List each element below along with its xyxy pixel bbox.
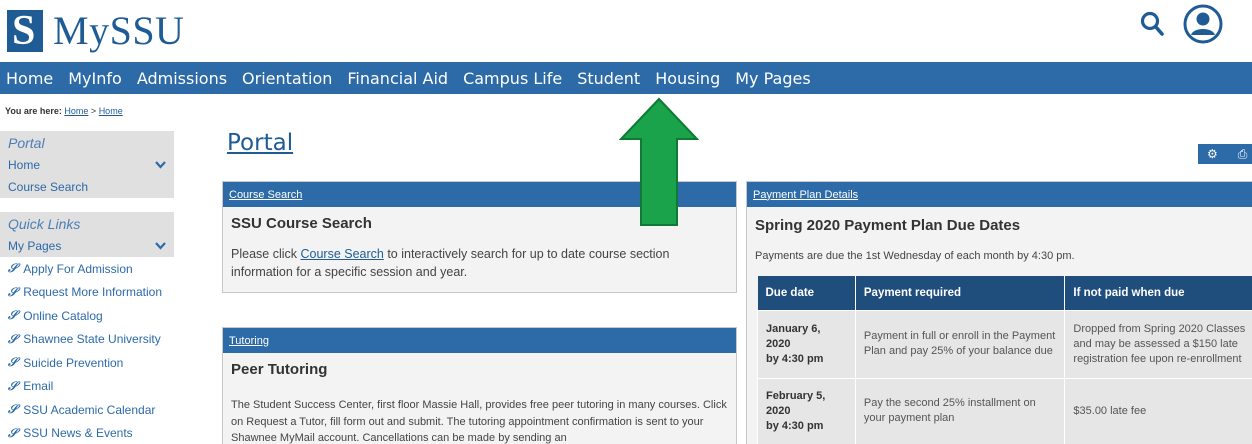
panel-body: Please click Course Search to interactiv… — [223, 240, 736, 281]
sidebar-item-home-label: Home — [8, 157, 41, 172]
quick-link-request-info[interactable]: 𝒮 Request More Information — [0, 281, 174, 305]
panel-header: Payment Plan Details — [747, 182, 1252, 207]
if-not-paid-cell: $35.00 late fee — [1064, 377, 1252, 444]
nav-home[interactable]: Home — [6, 69, 53, 88]
breadcrumb-current-link[interactable]: Home — [99, 106, 123, 116]
due-date-line: February 5, — [766, 389, 826, 402]
payment-intro: Payments are due the 1st Wednesday of ea… — [755, 250, 1075, 262]
quick-link-university[interactable]: 𝒮 Shawnee State University — [0, 328, 174, 352]
link-icon: 𝒮 — [8, 378, 18, 393]
link-icon: 𝒮 — [8, 355, 18, 370]
due-date-cell: January 6, 2020 by 4:30 pm — [757, 309, 856, 379]
column-header: Due date — [757, 276, 856, 310]
column-header: If not paid when due — [1064, 276, 1252, 310]
due-date-line: 2020 — [766, 337, 791, 350]
nav-financial-aid[interactable]: Financial Aid — [347, 69, 448, 88]
tutoring-header-link[interactable]: Tutoring — [229, 335, 269, 347]
search-icon[interactable] — [1140, 9, 1166, 39]
if-not-paid-cell: Dropped from Spring 2020 Classes and may… — [1064, 309, 1252, 379]
sidebar-item-my-pages-label: My Pages — [8, 238, 62, 253]
table-header-row: Due date Payment required If not paid wh… — [757, 276, 1252, 310]
quick-link-label: SSU Academic Calendar — [23, 402, 156, 417]
quick-link-calendar[interactable]: 𝒮 SSU Academic Calendar — [0, 398, 174, 422]
due-date-line: 2020 — [766, 404, 791, 417]
sidebar-item-my-pages[interactable]: My Pages — [0, 234, 174, 257]
quick-link-label: Suicide Prevention — [23, 355, 124, 370]
page-tools: ⚙ ⎙ — [1198, 144, 1252, 164]
payment-plan-header-link[interactable]: Payment Plan Details — [753, 189, 858, 201]
sidebar: Portal Home Course Search Quick Links My… — [0, 131, 174, 444]
logo[interactable]: S MySSU — [7, 8, 184, 54]
chevron-down-icon[interactable] — [155, 160, 166, 169]
course-search-inline-link[interactable]: Course Search — [300, 247, 383, 261]
link-icon: 𝒮 — [8, 402, 18, 417]
logo-text: MySSU — [53, 8, 185, 53]
main-nav: Home MyInfo Admissions Orientation Finan… — [0, 62, 1252, 94]
breadcrumb-prefix: You are here: — [5, 106, 62, 116]
quick-link-label: Shawnee State University — [23, 332, 161, 347]
nav-my-pages[interactable]: My Pages — [735, 69, 810, 88]
annotation-arrow-up-icon — [618, 97, 700, 227]
chevron-down-icon[interactable] — [155, 241, 166, 250]
quick-link-label: SSU News & Events — [23, 426, 133, 441]
breadcrumb-home-link[interactable]: Home — [64, 106, 88, 116]
course-search-header-link[interactable]: Course Search — [229, 189, 302, 201]
site-header: S MySSU — [0, 0, 1252, 62]
breadcrumb: You are here: Home > Home — [5, 106, 123, 116]
link-icon: 𝒮 — [8, 284, 18, 299]
quick-link-label: Request More Information — [23, 285, 163, 300]
table-row: January 6, 2020 by 4:30 pm Payment in fu… — [757, 309, 1252, 379]
quick-link-label: Email — [23, 379, 54, 394]
link-icon: 𝒮 — [8, 261, 18, 276]
panel-title: Peer Tutoring — [231, 361, 328, 378]
payment-required-cell: Pay the second 25% installment on your p… — [854, 377, 1066, 444]
quick-link-suicide-prevention[interactable]: 𝒮 Suicide Prevention — [0, 351, 174, 375]
breadcrumb-separator: > — [90, 106, 97, 116]
quick-link-apply[interactable]: 𝒮 Apply For Admission — [0, 257, 174, 281]
due-dates-table: Due date Payment required If not paid wh… — [757, 276, 1252, 444]
payment-required-cell: Payment in full or enroll in the Payment… — [854, 309, 1066, 379]
logo-letter: S — [12, 8, 36, 54]
nav-housing[interactable]: Housing — [655, 69, 720, 88]
due-date-line: by 4:30 pm — [766, 352, 824, 365]
due-date-line: by 4:30 pm — [766, 419, 824, 432]
link-icon: 𝒮 — [8, 308, 18, 323]
due-date-line: January 6, — [766, 322, 821, 335]
panel-header: Tutoring — [223, 328, 736, 353]
quick-link-label: Apply For Admission — [23, 261, 133, 276]
nav-orientation[interactable]: Orientation — [242, 69, 332, 88]
quick-link-email[interactable]: 𝒮 Email — [0, 375, 174, 399]
nav-admissions[interactable]: Admissions — [137, 69, 227, 88]
quick-link-catalog[interactable]: 𝒮 Online Catalog — [0, 304, 174, 328]
sidebar-quick-links-heading: Quick Links — [0, 212, 174, 234]
quick-link-label: Online Catalog — [23, 308, 103, 323]
panel-text-before: Please click — [231, 247, 301, 261]
panel-body: The Student Success Center, first floor … — [231, 399, 727, 444]
logo-mark: S — [7, 8, 43, 54]
due-date-cell: February 5, 2020 by 4:30 pm — [757, 377, 856, 444]
panel-title: Spring 2020 Payment Plan Due Dates — [755, 217, 1021, 234]
tutoring-panel: Tutoring Peer Tutoring The Student Succe… — [222, 327, 737, 444]
nav-student[interactable]: Student — [577, 69, 640, 88]
sidebar-portal-heading: Portal — [0, 131, 174, 153]
quick-link-news[interactable]: 𝒮 SSU News & Events — [0, 422, 174, 444]
gear-icon[interactable]: ⚙ — [1207, 147, 1218, 161]
nav-campus-life[interactable]: Campus Life — [463, 69, 562, 88]
user-account-icon[interactable] — [1183, 4, 1223, 44]
print-icon[interactable]: ⎙ — [1238, 147, 1248, 162]
table-row: February 5, 2020 by 4:30 pm Pay the seco… — [757, 377, 1252, 444]
payment-plan-panel: Payment Plan Details Spring 2020 Payment… — [746, 181, 1252, 444]
column-header: Payment required — [855, 276, 1066, 310]
link-icon: 𝒮 — [8, 425, 18, 440]
nav-myinfo[interactable]: MyInfo — [68, 69, 122, 88]
page-title[interactable]: Portal — [227, 130, 293, 156]
sidebar-item-course-search[interactable]: Course Search — [0, 176, 174, 199]
sidebar-item-home[interactable]: Home — [0, 153, 174, 176]
link-icon: 𝒮 — [8, 331, 18, 346]
